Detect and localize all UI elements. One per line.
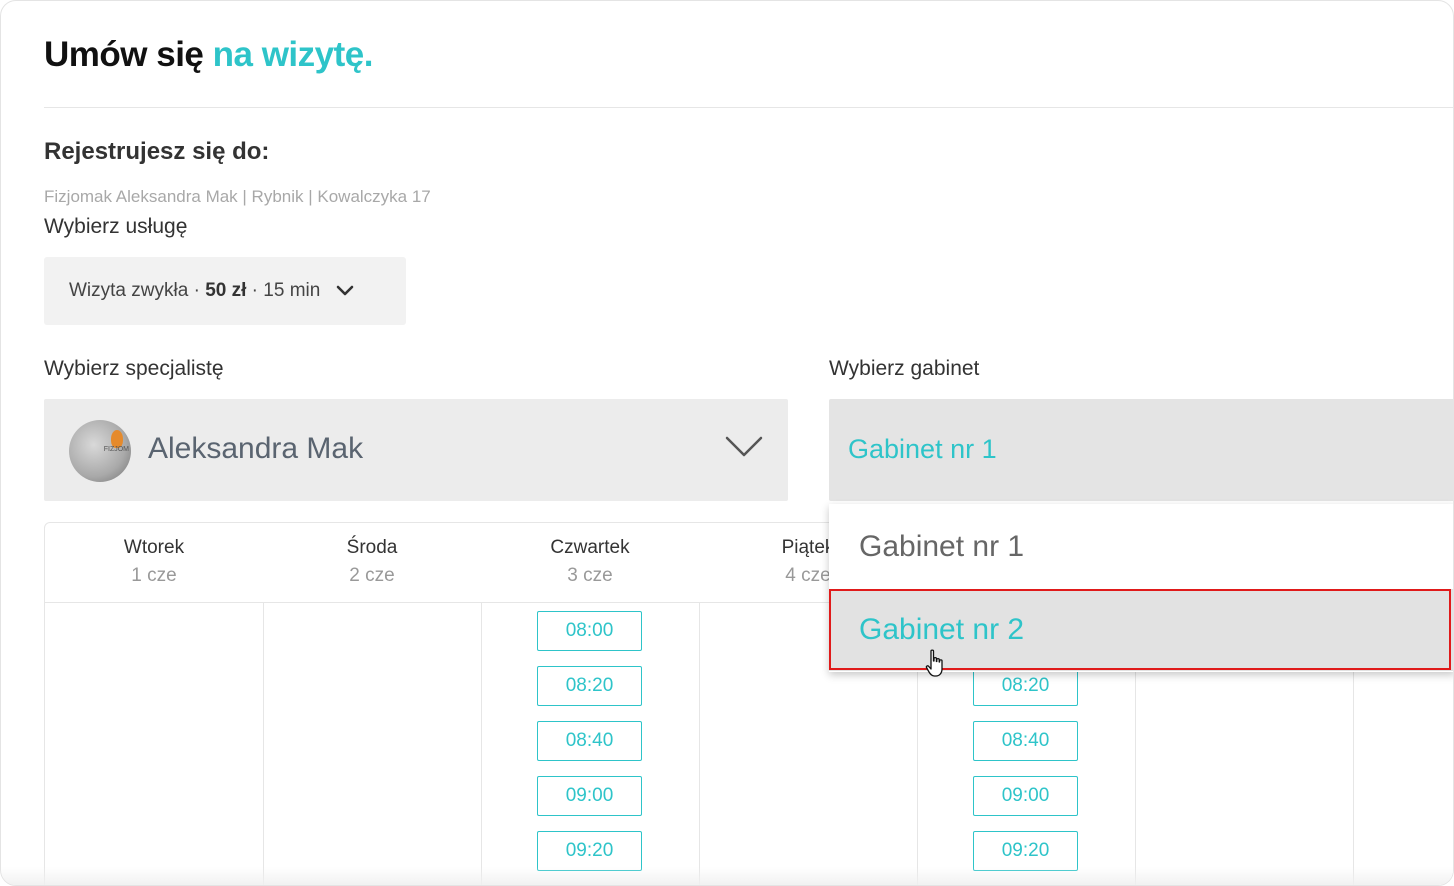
bottom-fade bbox=[1, 867, 1453, 885]
service-select[interactable]: Wizyta zwykła · 50 zł · 15 min bbox=[44, 257, 406, 325]
registration-heading: Rejestrujesz się do: bbox=[44, 138, 270, 165]
time-slot[interactable]: 09:20 bbox=[973, 831, 1078, 871]
time-slot[interactable]: 08:00 bbox=[537, 611, 642, 651]
day-name: Wtorek bbox=[123, 537, 185, 558]
time-slot[interactable]: 08:20 bbox=[973, 666, 1078, 706]
chevron-down-icon bbox=[725, 436, 763, 457]
avatar: FIZJOM bbox=[69, 420, 131, 482]
day-name: Czwartek bbox=[550, 537, 630, 558]
separator-2: · bbox=[251, 280, 258, 301]
time-slot[interactable]: 09:00 bbox=[537, 776, 642, 816]
room-select[interactable]: Gabinet nr 1 bbox=[829, 399, 1453, 501]
day-date: 3 cze bbox=[567, 565, 613, 586]
column-divider bbox=[263, 603, 264, 885]
title-accent: na wizytę. bbox=[212, 35, 374, 74]
page-title: Umów się na wizytę. bbox=[44, 35, 373, 75]
service-duration: 15 min bbox=[263, 280, 321, 301]
separator-1: · bbox=[193, 280, 200, 301]
time-slot[interactable]: 08:40 bbox=[973, 721, 1078, 761]
time-slot[interactable]: 08:20 bbox=[537, 666, 642, 706]
day-header-tuesday: Wtorek 1 cze bbox=[45, 537, 263, 587]
specialist-select[interactable]: FIZJOM Aleksandra Mak bbox=[44, 399, 788, 501]
room-selected-value: Gabinet nr 1 bbox=[848, 434, 997, 464]
room-option-2[interactable]: Gabinet nr 2 bbox=[829, 589, 1453, 671]
header-divider bbox=[44, 107, 1453, 108]
day-name: Środa bbox=[346, 537, 398, 558]
chevron-down-icon bbox=[337, 285, 354, 296]
service-name: Wizyta zwykła bbox=[69, 280, 189, 301]
avatar-logo-text: FIZJOM bbox=[103, 446, 129, 453]
day-date: 1 cze bbox=[131, 565, 177, 586]
room-dropdown-menu: Gabinet nr 1 Gabinet nr 2 bbox=[829, 504, 1453, 672]
hand-pointer-icon bbox=[925, 649, 943, 677]
service-label: Wybierz usługę bbox=[44, 215, 188, 238]
column-divider bbox=[699, 603, 700, 885]
booking-card: Umów się na wizytę. Rejestrujesz się do:… bbox=[0, 0, 1454, 886]
specialist-name: Aleksandra Mak bbox=[148, 432, 364, 465]
time-slot[interactable]: 08:40 bbox=[537, 721, 642, 761]
day-date: 2 cze bbox=[349, 565, 395, 586]
day-header-thursday: Czwartek 3 cze bbox=[481, 537, 699, 587]
column-divider bbox=[481, 603, 482, 885]
time-slot[interactable]: 09:00 bbox=[973, 776, 1078, 816]
time-slot[interactable]: 09:20 bbox=[537, 831, 642, 871]
room-label: Wybierz gabinet bbox=[829, 357, 980, 380]
room-option-1[interactable]: Gabinet nr 1 bbox=[829, 506, 1453, 588]
title-main: Umów się bbox=[44, 35, 204, 74]
clinic-info: Fizjomak Aleksandra Mak | Rybnik | Kowal… bbox=[44, 187, 431, 206]
day-header-wednesday: Środa 2 cze bbox=[263, 537, 481, 587]
service-price: 50 zł bbox=[205, 280, 247, 301]
specialist-label: Wybierz specjalistę bbox=[44, 357, 224, 380]
